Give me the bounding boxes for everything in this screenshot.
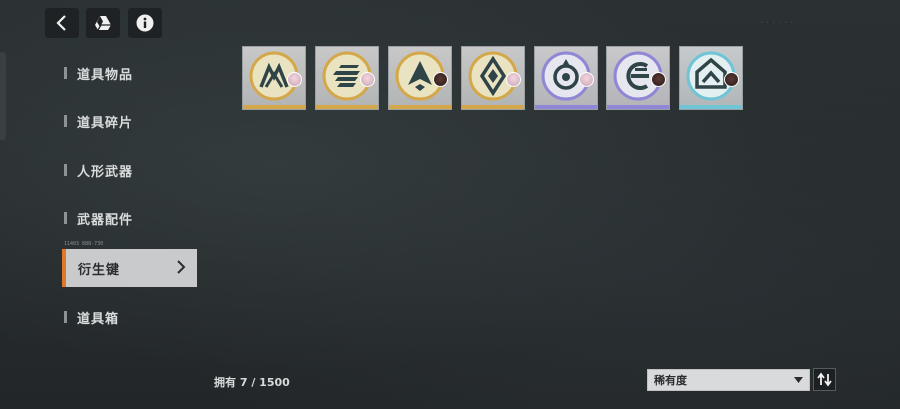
nav-bullet: [64, 67, 67, 79]
info-button[interactable]: [128, 8, 162, 38]
rarity-stripe: [389, 105, 451, 109]
sort-order-button[interactable]: [813, 368, 836, 391]
side-edge-tab: [0, 52, 6, 140]
owned-count: 拥有 7 / 1500: [214, 376, 290, 389]
nav-item-item-boxes[interactable]: 道具箱: [64, 297, 119, 337]
rarity-stripe: [535, 105, 597, 109]
inventory-item[interactable]: [315, 46, 379, 110]
back-button[interactable]: [45, 8, 79, 38]
inventory-item[interactable]: [242, 46, 306, 110]
nav-item-doll-weapons[interactable]: 人形武器: [64, 150, 133, 190]
inventory-item[interactable]: [606, 46, 670, 110]
nav-item-label: 衍生键: [78, 262, 121, 278]
nav-bullet: [64, 311, 67, 323]
rarity-stripe: [243, 105, 305, 109]
rarity-stripe: [316, 105, 378, 109]
nav-item-label: 人形武器: [77, 164, 134, 180]
rarity-stripe: [607, 105, 669, 109]
nav-item-fragments[interactable]: 道具碎片: [64, 101, 133, 141]
sort-value: 稀有度: [654, 374, 687, 387]
nav-bullet: [64, 164, 67, 176]
nav-item-label: 道具物品: [77, 67, 134, 83]
drive-icon: [95, 16, 111, 31]
active-item-code: 11403 888-730: [64, 241, 104, 247]
nav-item-label: 道具箱: [77, 311, 120, 327]
chevron-right-icon: [177, 260, 186, 274]
inventory-item[interactable]: [679, 46, 743, 110]
pink-hair-avatar-icon: [287, 72, 302, 87]
inventory-item[interactable]: [534, 46, 598, 110]
background-deco-text: · · · · · ·: [760, 20, 794, 26]
nav-item-items[interactable]: 道具物品: [64, 53, 133, 93]
pink-hair-avatar-icon: [360, 72, 375, 87]
caret-down-icon: [794, 377, 803, 383]
sort-arrows-icon: [817, 372, 832, 387]
dark-hair-avatar-icon: [651, 72, 666, 87]
inventory-item[interactable]: [388, 46, 452, 110]
dark-hair-avatar-icon: [724, 72, 739, 87]
pink-hair-avatar-icon: [579, 72, 594, 87]
drive-button[interactable]: [86, 8, 120, 38]
nav-item-label: 武器配件: [77, 212, 134, 228]
nav-bullet: [64, 115, 67, 127]
rarity-stripe: [462, 105, 524, 109]
active-accent: [62, 249, 66, 287]
chevron-left-icon: [56, 15, 66, 31]
nav-item-derived-keys[interactable]: 衍生键: [62, 249, 197, 287]
nav-item-attachments[interactable]: 武器配件: [64, 198, 133, 238]
pink-hair-avatar-icon: [506, 72, 521, 87]
inventory-item[interactable]: [461, 46, 525, 110]
rarity-stripe: [680, 105, 742, 109]
nav-item-label: 道具碎片: [77, 115, 134, 131]
nav-bullet: [64, 212, 67, 224]
dark-hair-avatar-icon: [433, 72, 448, 87]
sort-dropdown[interactable]: 稀有度: [647, 369, 810, 391]
info-icon: [136, 14, 154, 32]
